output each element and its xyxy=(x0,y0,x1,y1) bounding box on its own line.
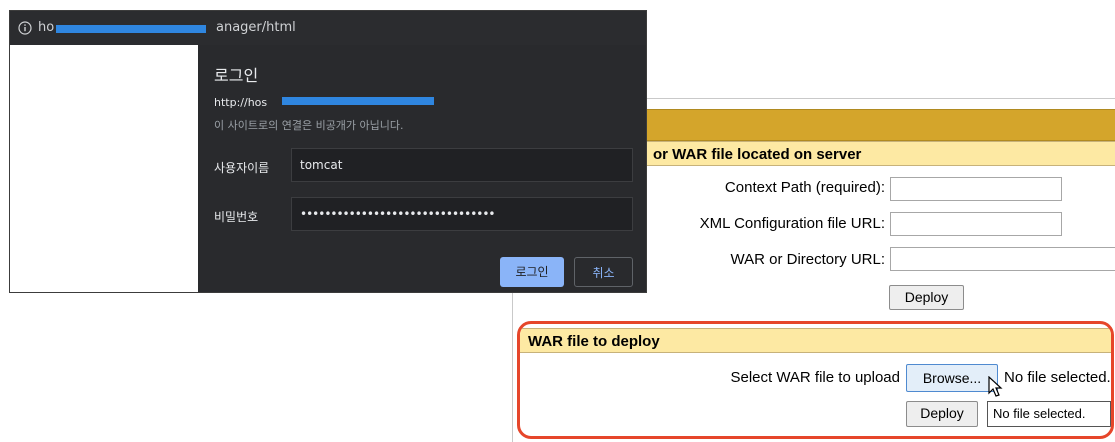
server-deploy-button[interactable]: Deploy xyxy=(889,285,964,310)
war-deploy-button[interactable]: Deploy xyxy=(906,401,978,427)
server-deploy-section-title: or WAR file located on server xyxy=(645,141,1115,166)
login-button[interactable]: 로그인 xyxy=(500,257,564,287)
browser-window: ho anager/html 로그인 http://hos 이 사이트로의 연결… xyxy=(9,10,647,293)
url-text-start: ho xyxy=(38,20,55,35)
xml-config-url-input[interactable] xyxy=(890,212,1062,236)
file-status-text: No file selected. xyxy=(1004,369,1111,386)
context-path-label: Context Path (required): xyxy=(724,179,885,196)
war-upload-section: WAR file to deploy Select WAR file to up… xyxy=(517,321,1114,439)
password-label: 비밀번호 xyxy=(214,210,259,224)
username-label: 사용자이름 xyxy=(214,161,270,175)
cancel-button[interactable]: 취소 xyxy=(574,257,633,287)
browse-button[interactable]: Browse... xyxy=(906,364,998,392)
context-path-input[interactable] xyxy=(890,177,1062,201)
username-input[interactable]: tomcat xyxy=(291,148,633,182)
select-war-file-label: Select WAR file to upload xyxy=(730,369,900,386)
address-bar[interactable]: ho anager/html xyxy=(10,11,646,45)
site-url: http://hos xyxy=(214,96,268,109)
page-background xyxy=(10,45,198,292)
war-directory-url-input[interactable] xyxy=(890,247,1115,271)
dialog-title: 로그인 xyxy=(214,66,259,85)
url-text-end: anager/html xyxy=(216,20,296,35)
connection-not-private-notice: 이 사이트로의 연결은 비공개가 아닙니다. xyxy=(214,119,404,132)
xml-config-label: XML Configuration file URL: xyxy=(699,215,885,232)
url-redaction xyxy=(56,25,206,33)
war-upload-section-title: WAR file to deploy xyxy=(520,328,1111,353)
password-input[interactable]: •••••••••••••••••••••••••••••••• xyxy=(291,197,633,231)
site-url-redaction xyxy=(282,97,434,105)
info-icon[interactable] xyxy=(18,21,32,35)
login-dialog: 로그인 http://hos 이 사이트로의 연결은 비공개가 아닙니다. 사용… xyxy=(198,45,646,292)
no-file-tooltip: No file selected. xyxy=(987,401,1111,427)
mouse-cursor-icon xyxy=(988,376,1003,397)
war-directory-url-label: WAR or Directory URL: xyxy=(730,251,885,268)
